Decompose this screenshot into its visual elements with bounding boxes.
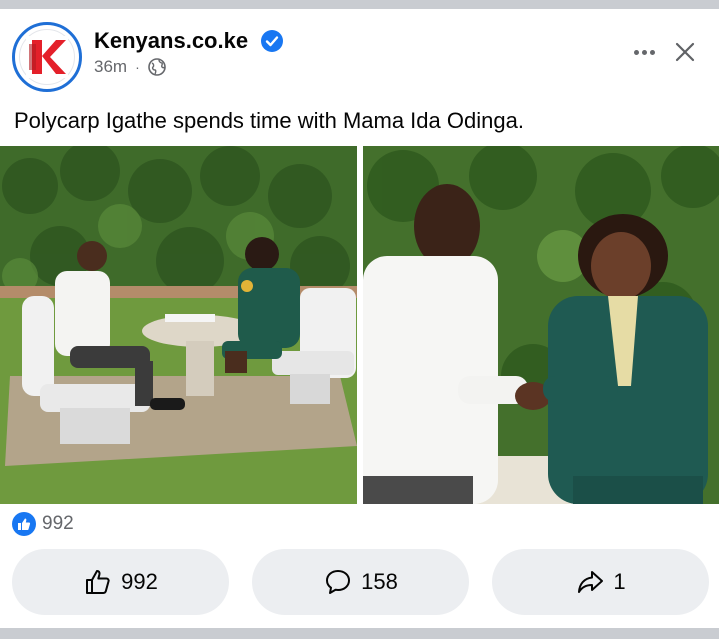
reaction-count: 992 [42,513,74,534]
page-name[interactable]: Kenyans.co.ke [94,28,248,54]
globe-icon [147,58,166,76]
share-button[interactable]: 1 [492,549,709,615]
feed-divider-bottom [0,628,719,639]
comment-button[interactable]: 158 [252,549,469,615]
comment-bubble-icon [326,570,351,594]
share-arrow-icon [578,571,604,593]
more-dot-icon [641,49,647,55]
thumbs-up-icon [86,570,110,594]
close-icon[interactable] [672,39,698,65]
post-time[interactable]: 36m [94,57,127,77]
photo-handshake [363,146,719,504]
meta-separator: · [135,59,140,75]
post-photo-1[interactable] [0,146,357,504]
thumbs-up-badge-icon [18,518,31,530]
more-dot-icon [633,49,639,55]
kenyans-logo [26,36,68,78]
more-options-button[interactable] [628,40,660,64]
photo-seated-meeting [0,146,357,504]
like-count: 992 [121,569,158,594]
page-avatar[interactable] [12,22,82,92]
more-dot-icon [649,49,655,55]
like-button[interactable]: 992 [12,549,229,615]
post-meta: 36m · [94,57,166,77]
like-icon [12,512,36,536]
share-count: 1 [613,569,626,594]
comment-count: 158 [361,569,398,594]
post-photo-2[interactable] [363,146,719,504]
reaction-summary[interactable]: 992 [12,512,74,536]
post-text: Polycarp Igathe spends time with Mama Id… [14,108,524,133]
verified-badge-icon [261,30,283,52]
feed-divider-top [0,0,719,9]
